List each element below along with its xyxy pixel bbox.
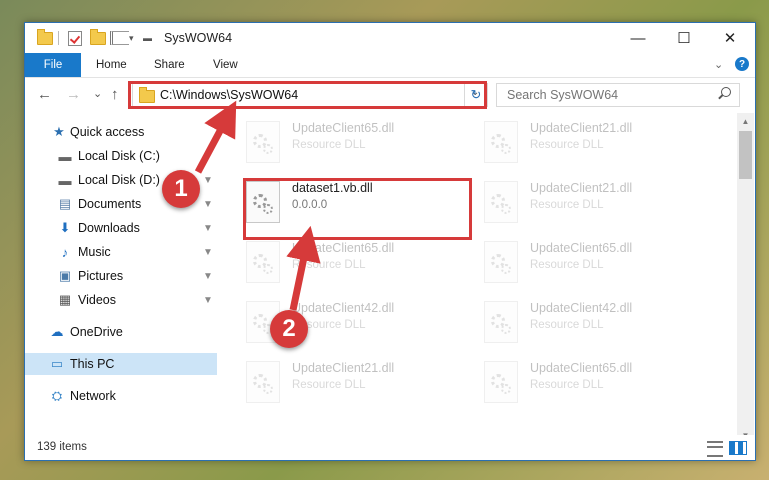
arrow-to-address-bar [194,100,237,174]
annotation-arrows [194,100,321,311]
arrow-to-file [286,225,321,311]
step-2-badge: 2 [270,310,308,348]
step-1-badge: 1 [162,170,200,208]
